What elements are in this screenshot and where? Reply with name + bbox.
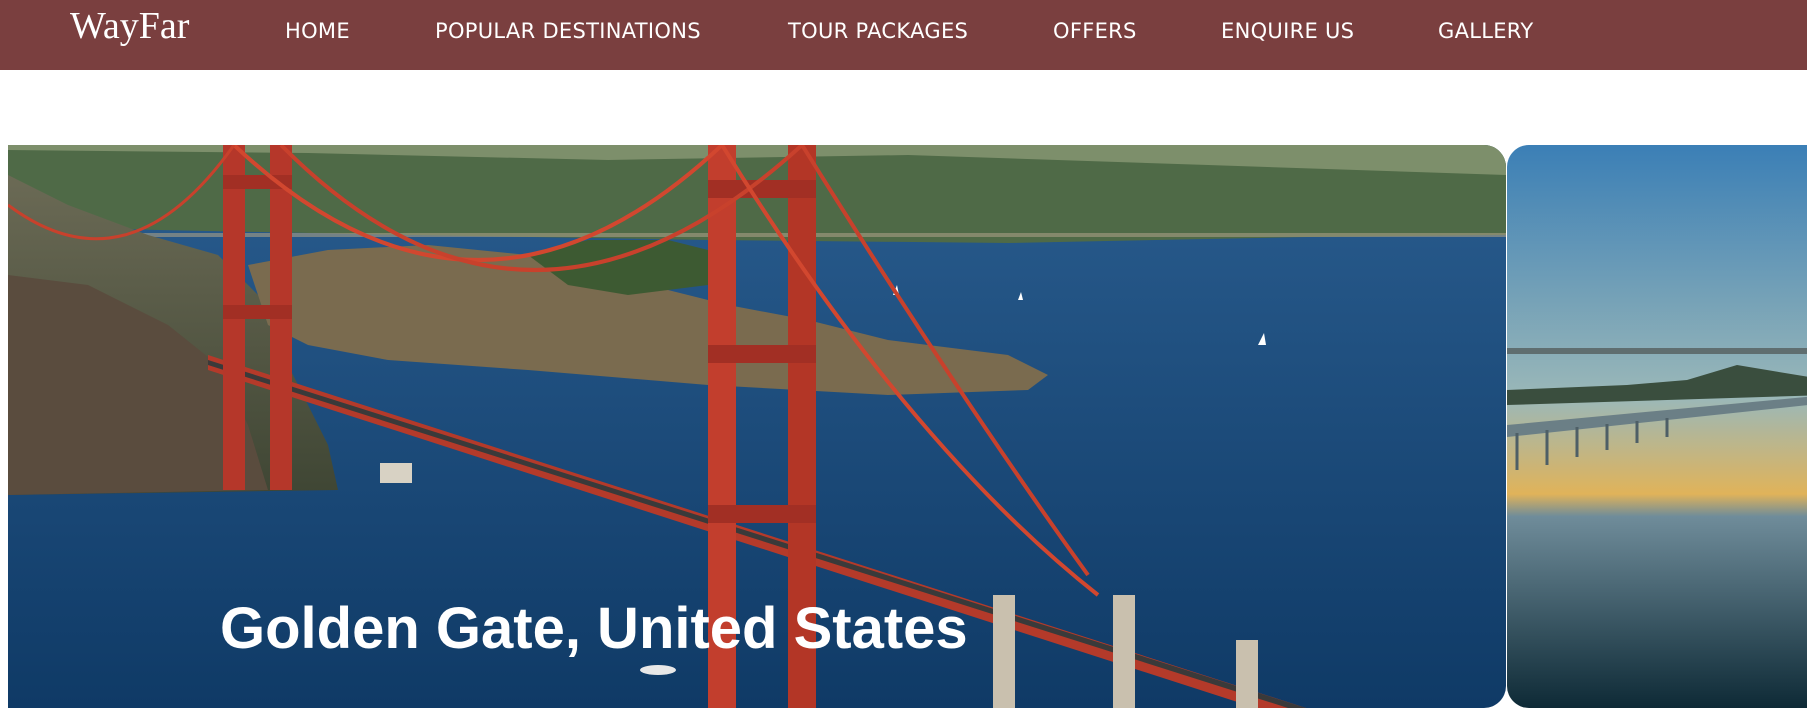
slide-golden-gate[interactable]: Golden Gate, United States bbox=[8, 145, 1506, 708]
nav-tour-packages[interactable]: TOUR PACKAGES bbox=[788, 19, 968, 43]
brand-logo[interactable]: WayFar bbox=[70, 4, 189, 48]
nav-enquire-us[interactable]: ENQUIRE US bbox=[1221, 19, 1354, 43]
top-navbar: WayFar HOME POPULAR DESTINATIONS TOUR PA… bbox=[0, 0, 1807, 70]
bay-sunset-image bbox=[1507, 145, 1807, 708]
nav-gallery[interactable]: GALLERY bbox=[1438, 19, 1533, 43]
nav-home[interactable]: HOME bbox=[285, 19, 350, 43]
slide-next-preview[interactable] bbox=[1507, 145, 1807, 708]
nav-popular-destinations[interactable]: POPULAR DESTINATIONS bbox=[435, 19, 701, 43]
destination-slider[interactable]: Golden Gate, United States bbox=[0, 145, 1807, 708]
nav-offers[interactable]: OFFERS bbox=[1053, 19, 1137, 43]
slide-caption: Golden Gate, United States bbox=[220, 596, 968, 661]
